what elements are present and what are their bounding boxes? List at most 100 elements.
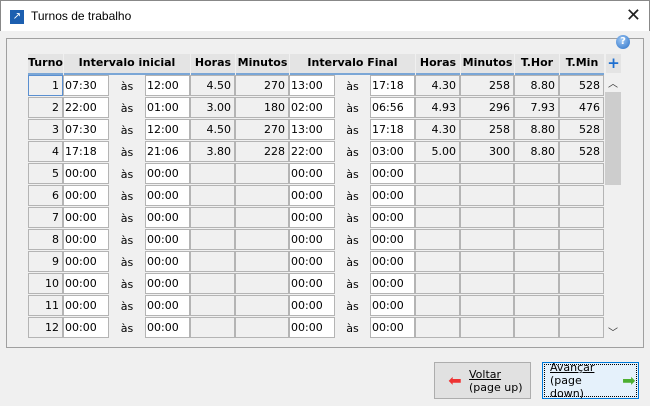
end-time-input[interactable]: 01:00: [145, 97, 190, 118]
final-hours-cell: 4.30: [415, 119, 460, 140]
start-time-input[interactable]: 00:00: [63, 185, 109, 206]
start-time-input[interactable]: 22:00: [63, 97, 109, 118]
end-time-input[interactable]: 00:00: [145, 251, 190, 272]
header-intervalo-final: Intervalo Final: [290, 54, 415, 75]
start-time-input[interactable]: 07:30: [63, 75, 109, 96]
final-end-time-input[interactable]: 00:00: [370, 229, 415, 250]
final-start-time-input[interactable]: 00:00: [289, 163, 335, 184]
close-button[interactable]: ✕: [626, 5, 641, 26]
table-row: 1 07:30 às 12:00 4.50 270 13:00 às 17:18 4.30 258 8…: [28, 75, 604, 96]
start-time-input[interactable]: 00:00: [63, 317, 109, 338]
end-time-input[interactable]: 00:00: [145, 273, 190, 294]
separator-label: às: [120, 102, 134, 115]
hours-cell: [190, 251, 235, 272]
separator-label: às: [120, 80, 134, 93]
start-time-input[interactable]: 00:00: [63, 295, 109, 316]
end-time-input[interactable]: 00:00: [145, 207, 190, 228]
start-time-input[interactable]: 00:00: [63, 273, 109, 294]
final-end-time-input[interactable]: 00:00: [370, 163, 415, 184]
final-end-time-input[interactable]: 00:00: [370, 317, 415, 338]
turno-cell: 10: [28, 273, 63, 294]
end-time-input[interactable]: 00:00: [145, 229, 190, 250]
final-end-time-input[interactable]: 00:00: [370, 251, 415, 272]
end-time-input[interactable]: 12:00: [145, 75, 190, 96]
final-start-time-input[interactable]: 00:00: [289, 207, 335, 228]
turno-cell: 6: [28, 185, 63, 206]
separator-label: às: [346, 146, 359, 159]
separator-label: às: [120, 212, 134, 225]
scroll-down-icon[interactable]: ﹀: [605, 324, 621, 340]
final-start-time-input[interactable]: 00:00: [289, 185, 335, 206]
scroll-thumb[interactable]: [605, 92, 621, 185]
final-end-time-input[interactable]: 00:00: [370, 295, 415, 316]
separator-label: às: [120, 190, 134, 203]
table-row: 6 00:00 às 00:00 00:00 às 00:00: [28, 185, 604, 206]
final-start-time-input[interactable]: 00:00: [289, 229, 335, 250]
turno-cell: 11: [28, 295, 63, 316]
end-time-input[interactable]: 00:00: [145, 185, 190, 206]
end-time-input[interactable]: 00:00: [145, 295, 190, 316]
final-end-time-input[interactable]: 00:00: [370, 207, 415, 228]
final-start-time-input[interactable]: 00:00: [289, 295, 335, 316]
app-icon: ↗: [10, 10, 24, 24]
table-row: 10 00:00 às 00:00 00:00 às 00:00: [28, 273, 604, 294]
final-start-time-input[interactable]: 00:00: [289, 273, 335, 294]
final-end-time-input[interactable]: 03:00: [370, 141, 415, 162]
minutes-cell: [235, 295, 289, 316]
next-button[interactable]: Avançar (page down) ➡: [542, 361, 639, 400]
final-start-time-input[interactable]: 13:00: [289, 119, 335, 140]
final-end-time-input[interactable]: 06:56: [370, 97, 415, 118]
final-minutes-cell: [460, 207, 514, 228]
help-icon[interactable]: ?: [616, 35, 630, 49]
table-row: 9 00:00 às 00:00 00:00 às 00:00: [28, 251, 604, 272]
final-start-time-input[interactable]: 00:00: [289, 317, 335, 338]
start-time-input[interactable]: 17:18: [63, 141, 109, 162]
end-time-input[interactable]: 00:00: [145, 317, 190, 338]
start-time-input[interactable]: 00:00: [63, 251, 109, 272]
final-hours-cell: [415, 251, 460, 272]
turno-cell: 8: [28, 229, 63, 250]
final-start-time-input[interactable]: 02:00: [289, 97, 335, 118]
final-start-time-input[interactable]: 00:00: [289, 251, 335, 272]
minutes-cell: 270: [235, 119, 289, 140]
final-start-time-input[interactable]: 22:00: [289, 141, 335, 162]
total-minutes-cell: [559, 251, 604, 272]
turno-cell: 4: [28, 141, 63, 162]
separator-label: às: [120, 256, 134, 269]
minutes-cell: [235, 273, 289, 294]
back-button[interactable]: ⬅ Voltar (page up): [434, 362, 531, 399]
start-time-input[interactable]: 07:30: [63, 119, 109, 140]
minutes-cell: [235, 163, 289, 184]
final-hours-cell: 4.93: [415, 97, 460, 118]
table-row: 4 17:18 às 21:06 3.80 228 22:00 às 03:00 5.00 300 8…: [28, 141, 604, 162]
total-minutes-cell: [559, 207, 604, 228]
final-end-time-input[interactable]: 00:00: [370, 185, 415, 206]
end-time-input[interactable]: 12:00: [145, 119, 190, 140]
start-time-input[interactable]: 00:00: [63, 207, 109, 228]
turno-cell: 9: [28, 251, 63, 272]
final-end-time-input[interactable]: 17:18: [370, 75, 415, 96]
scroll-up-icon[interactable]: ︿: [605, 75, 621, 91]
turno-cell: 12: [28, 317, 63, 338]
total-minutes-cell: [559, 229, 604, 250]
hours-cell: [190, 207, 235, 228]
final-start-time-input[interactable]: 13:00: [289, 75, 335, 96]
end-time-input[interactable]: 21:06: [145, 141, 190, 162]
start-time-input[interactable]: 00:00: [63, 229, 109, 250]
total-minutes-cell: [559, 317, 604, 338]
total-hours-cell: 8.80: [514, 141, 559, 162]
add-row-button[interactable]: +: [606, 54, 621, 73]
final-end-time-input[interactable]: 00:00: [370, 273, 415, 294]
final-end-time-input[interactable]: 17:18: [370, 119, 415, 140]
separator-label: às: [346, 300, 359, 313]
header-thor: T.Hor: [515, 54, 559, 75]
final-hours-cell: [415, 317, 460, 338]
end-time-input[interactable]: 00:00: [145, 163, 190, 184]
total-hours-cell: [514, 163, 559, 184]
start-time-input[interactable]: 00:00: [63, 163, 109, 184]
vertical-scrollbar[interactable]: ︿ ﹀: [605, 75, 621, 340]
separator-label: às: [346, 322, 359, 335]
total-minutes-cell: 528: [559, 141, 604, 162]
header-horas: Horas: [191, 54, 235, 75]
hours-cell: [190, 163, 235, 184]
